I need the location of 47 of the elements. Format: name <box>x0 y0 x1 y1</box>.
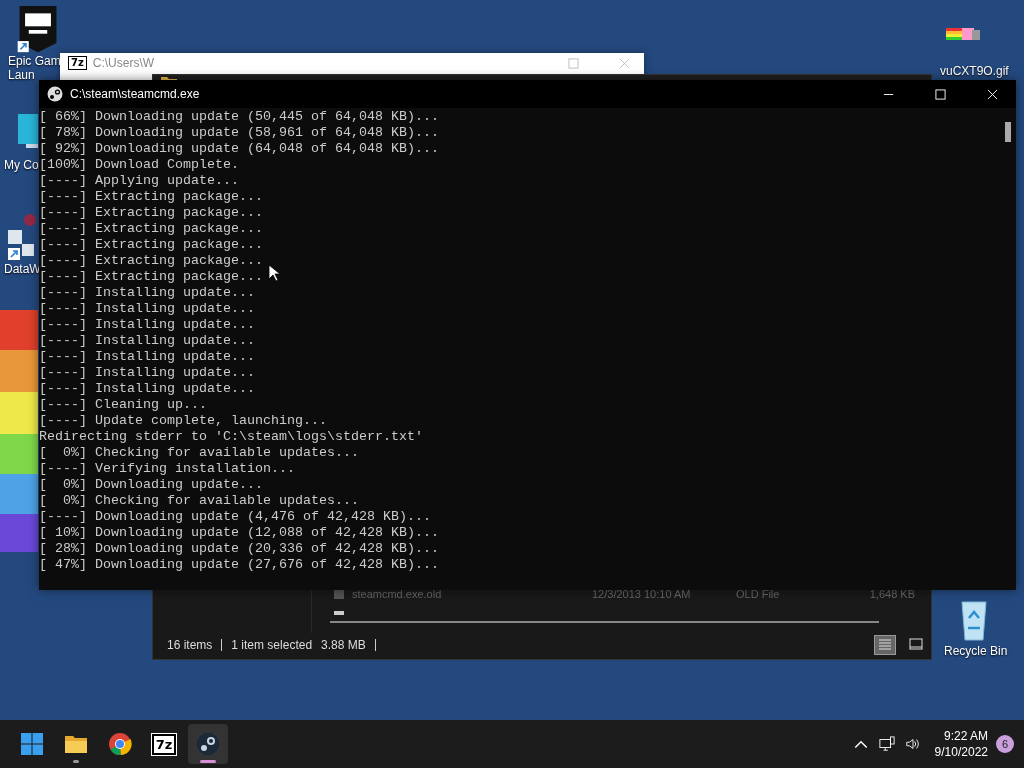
console-line: [----] Installing update... <box>39 365 255 381</box>
console-line: [----] Installing update... <box>39 349 255 365</box>
console-line: [----] Extracting package... <box>39 253 263 269</box>
console-line: [ 10%] Downloading update (12,088 of 42,428 KB)... <box>39 525 439 541</box>
console-line: [----] Extracting package... <box>39 221 263 237</box>
console-line: [ 92%] Downloading update (64,048 of 64,048 KB)... <box>39 141 439 157</box>
console-line: [----] Cleaning up... <box>39 397 207 413</box>
item-count: 16 items <box>167 638 213 652</box>
console-line: [----] Applying update... <box>39 173 239 189</box>
console-line: [ 66%] Downloading update (50,445 of 64,048 KB)... <box>39 109 439 125</box>
console-line: [----] Extracting package... <box>39 205 263 221</box>
icon-label: My Co <box>3 158 39 172</box>
console-line: Redirecting stderr to 'C:\steam\logs\stderr.txt' <box>39 429 423 445</box>
icon-label: vuCXT9O.gif <box>939 64 1009 78</box>
clock[interactable]: 9:22 AM 9/10/2022 <box>934 728 988 760</box>
console-line: [----] Downloading update (4,476 of 42,428 KB)... <box>39 509 431 525</box>
console-line: [----] Installing update... <box>39 317 255 333</box>
console-line: [----] Installing update... <box>39 301 255 317</box>
console-line: [----] Installing update... <box>39 285 255 301</box>
console-line: [ 78%] Downloading update (58,961 of 64,048 KB)... <box>39 125 439 141</box>
app-icon: 7z <box>68 56 87 70</box>
console-line: [ 0%] Checking for available updates... <box>39 493 359 509</box>
file-size: 1,648 KB <box>869 588 915 600</box>
icon-label: Laun <box>7 68 35 82</box>
console-line: [----] Installing update... <box>39 381 255 397</box>
sevenzip-taskbar-button[interactable]: 7z <box>144 724 184 764</box>
window-title: C:\steam\steamcmd.exe <box>70 87 200 101</box>
console-line: [ 0%] Downloading update... <box>39 477 263 493</box>
console-line: [----] Extracting package... <box>39 237 263 253</box>
selection-size: 3.88 MB <box>321 638 366 652</box>
window-title: C:\Users\W <box>92 56 155 70</box>
console-line: [ 47%] Downloading update (27,676 of 42,428 KB)... <box>39 557 439 573</box>
notification-badge[interactable]: 6 <box>996 735 1014 753</box>
file-date: 12/3/2013 10:10 AM <box>592 588 692 600</box>
console-line: [ 28%] Downloading update (20,336 of 42,428 KB)... <box>39 541 439 557</box>
console-line: [----] Update complete, launching... <box>39 413 327 429</box>
console-line: [----] Verifying installation... <box>39 461 295 477</box>
console-line: [----] Extracting package... <box>39 269 263 285</box>
console-line: [----] Installing update... <box>39 333 255 349</box>
selection-info: 1 item selected <box>231 638 313 652</box>
icon-label: Recycle Bin <box>943 644 1008 658</box>
console-line: [100%] Download Complete. <box>39 157 239 173</box>
console-line: [----] Extracting package... <box>39 189 263 205</box>
file-type: OLD File <box>736 588 781 600</box>
icon-label: Epic Gam <box>7 54 61 68</box>
icon-label: DataW <box>3 262 41 276</box>
console-line: [ 0%] Checking for available updates... <box>39 445 359 461</box>
